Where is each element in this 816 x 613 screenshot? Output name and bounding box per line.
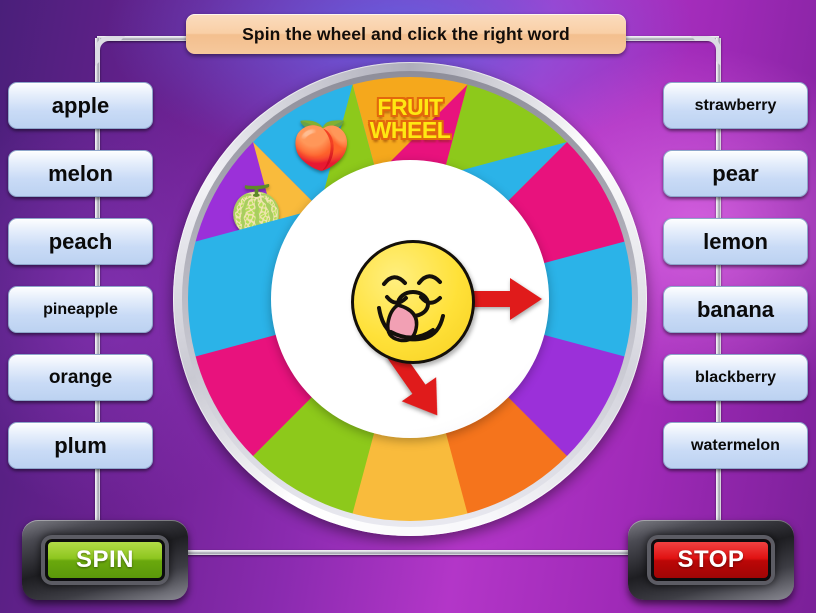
left-word-column: apple melon peach pineapple orange plum [8, 82, 153, 469]
right-word-column: strawberry pear lemon banana blackberry water… [663, 82, 808, 469]
word-button-label: orange [48, 367, 113, 388]
word-button-label: pear [712, 160, 759, 186]
word-button-label: melon [48, 160, 113, 186]
game-stage: Spin the wheel and click the right word … [0, 0, 816, 613]
fruit-wheel[interactable]: 🍌🍎🍉🍑🍍🍊🍐🍋🫐🍓🍈🍑 Fruit Wheel [173, 62, 647, 536]
frame-corner-top-left [95, 36, 125, 66]
word-button-watermelon[interactable]: watermelon [663, 422, 808, 469]
word-button-orange[interactable]: orange [8, 354, 153, 401]
word-button-strawberry[interactable]: strawberry [663, 82, 808, 129]
word-button-banana[interactable]: banana [663, 286, 808, 333]
word-button-pear[interactable]: pear [663, 150, 808, 197]
word-button-label: peach [48, 228, 113, 254]
word-button-label: plum [54, 432, 107, 458]
logo-line-1: Fruit [377, 94, 443, 120]
instruction-banner: Spin the wheel and click the right word [186, 14, 626, 54]
word-button-plum[interactable]: plum [8, 422, 153, 469]
logo-line-2: Wheel [369, 116, 451, 143]
spin-button[interactable]: SPIN [22, 520, 188, 600]
word-button-pineapple[interactable]: pineapple [8, 286, 153, 333]
stop-button-label: STOP [677, 546, 745, 573]
word-button-blackberry[interactable]: blackberry [663, 354, 808, 401]
word-button-label: lemon [703, 228, 768, 254]
red-arrow-right-icon [466, 278, 542, 320]
word-button-apple[interactable]: apple [8, 82, 153, 129]
word-button-melon[interactable]: melon [8, 150, 153, 197]
fruit-wheel-logo: Fruit Wheel [356, 96, 464, 141]
spin-button-face[interactable]: SPIN [45, 539, 165, 581]
frame-corner-top-right [691, 36, 721, 66]
word-button-label: pineapple [43, 300, 118, 318]
smiley-face-icon [351, 240, 475, 364]
word-button-label: strawberry [694, 96, 777, 114]
spin-button-label: SPIN [75, 546, 134, 573]
word-button-label: apple [51, 92, 110, 118]
stop-button-face[interactable]: STOP [651, 539, 771, 581]
word-button-label: blackberry [695, 368, 776, 386]
word-button-peach[interactable]: peach [8, 218, 153, 265]
instruction-text: Spin the wheel and click the right word [242, 23, 570, 44]
word-button-label: watermelon [691, 436, 780, 454]
word-button-lemon[interactable]: lemon [663, 218, 808, 265]
word-button-label: banana [696, 296, 775, 322]
frame-pipe-bottom [97, 550, 719, 555]
stop-button[interactable]: STOP [628, 520, 794, 600]
